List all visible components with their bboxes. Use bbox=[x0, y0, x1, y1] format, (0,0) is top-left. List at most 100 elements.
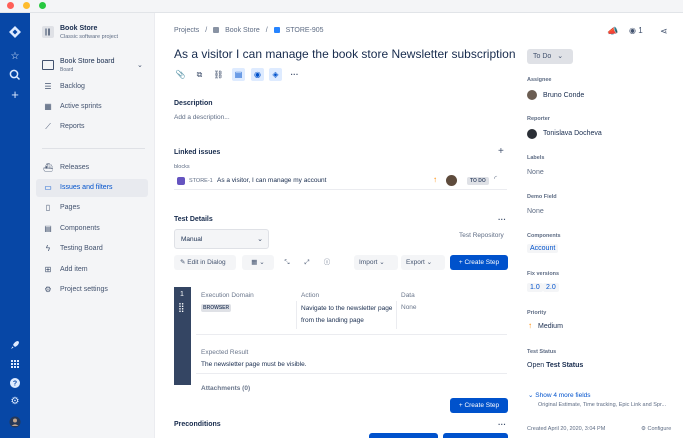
test-details-heading: Test Details bbox=[174, 216, 213, 223]
step-data[interactable]: None bbox=[401, 304, 417, 311]
child-issue-icon[interactable]: ⧉ bbox=[193, 68, 206, 81]
breadcrumb-separator: / bbox=[265, 27, 268, 34]
project-avatar[interactable] bbox=[42, 26, 54, 38]
demo-field-value[interactable]: None bbox=[527, 208, 544, 215]
reporter-value[interactable]: Tonislava Docheva bbox=[543, 130, 602, 137]
status-dropdown[interactable]: To Do ⌄ bbox=[527, 49, 573, 64]
sidebar-item-components[interactable]: ▤ Components bbox=[36, 220, 148, 238]
collapse-icon[interactable]: ⤡ bbox=[280, 255, 294, 270]
sidebar-item-label: Testing Board bbox=[60, 245, 103, 252]
star-icon[interactable]: ☆ bbox=[8, 50, 22, 64]
attach-icon[interactable]: 📎 bbox=[174, 68, 187, 81]
test-status-value[interactable]: Open Test Status bbox=[527, 362, 583, 369]
user-avatar[interactable] bbox=[8, 415, 22, 429]
step-drag-handle[interactable]: 1 ⣿ bbox=[174, 287, 191, 385]
priority-value[interactable]: Medium bbox=[538, 323, 563, 330]
configure-label: Configure bbox=[647, 426, 672, 432]
expected-result-header: Expected Result bbox=[201, 349, 249, 356]
fix-version-chip[interactable]: 2.0 bbox=[543, 283, 559, 292]
configure-link[interactable]: ⚙ Configure bbox=[641, 426, 671, 432]
preconditions-heading: Preconditions bbox=[174, 421, 221, 428]
sprint-icon: ▦ bbox=[44, 102, 52, 111]
app-icon-3[interactable]: ◈ bbox=[269, 68, 282, 81]
chevron-down-icon[interactable]: ⌄ bbox=[137, 61, 143, 69]
test-step-card: 1 ⣿ Execution Domain Action Data BROWSER… bbox=[174, 287, 507, 392]
more-icon[interactable]: ··· bbox=[288, 68, 301, 81]
gear-icon: ⚙ bbox=[44, 285, 52, 294]
demo-field-label: Demo Field bbox=[527, 194, 557, 200]
plus-icon[interactable]: + bbox=[8, 88, 22, 102]
linked-issue-row[interactable]: STORE-1 As a visitor, I can manage my ac… bbox=[174, 173, 507, 190]
execution-domain-header: Execution Domain bbox=[201, 292, 254, 299]
expand-icon[interactable]: ⤢ bbox=[300, 255, 314, 270]
apps-grid-icon[interactable] bbox=[8, 357, 22, 371]
export-button[interactable]: Export ⌄ bbox=[401, 255, 445, 270]
breadcrumb-issue-key[interactable]: STORE-905 bbox=[286, 27, 324, 34]
help-icon[interactable]: ? bbox=[8, 376, 22, 390]
row-divider bbox=[196, 334, 507, 335]
step-number: 1 bbox=[180, 291, 184, 298]
settings-icon[interactable]: ⚙ bbox=[8, 395, 22, 409]
sidebar-item-label: Add item bbox=[60, 266, 88, 273]
edit-in-dialog-button[interactable]: ✎ Edit in Dialog bbox=[174, 255, 236, 270]
precondition-button[interactable] bbox=[369, 433, 438, 438]
jira-logo-icon[interactable] bbox=[8, 25, 22, 39]
app-icon-1[interactable]: ▤ bbox=[232, 68, 245, 81]
sidebar-item-reports[interactable]: ⟋ Reports bbox=[36, 118, 148, 136]
app-icon-2[interactable]: ◉ bbox=[251, 68, 264, 81]
story-type-icon bbox=[273, 27, 280, 34]
issue-title[interactable]: As a visitor I can manage the book store… bbox=[174, 47, 516, 61]
sidebar-item-pages[interactable]: ▯ Pages bbox=[36, 199, 148, 217]
show-more-fields-link[interactable]: ⌄ Show 4 more fields bbox=[528, 391, 591, 399]
sidebar-item-issues-and-filters[interactable]: ▭ Issues and filters bbox=[36, 179, 148, 197]
search-icon[interactable] bbox=[8, 68, 22, 82]
assignee-label: Assignee bbox=[527, 77, 552, 83]
attachments-label[interactable]: Attachments (0) bbox=[201, 385, 250, 392]
fix-version-chip[interactable]: 1.0 bbox=[527, 283, 543, 292]
import-button[interactable]: Import ⌄ bbox=[354, 255, 398, 270]
gear-icon: ⚙ bbox=[641, 426, 646, 432]
board-switcher[interactable]: Book Store board bbox=[60, 58, 114, 65]
view-options-button[interactable]: ▦ ⌄ bbox=[242, 255, 274, 270]
project-name[interactable]: Book Store bbox=[60, 25, 97, 32]
sidebar-item-project-settings[interactable]: ⚙ Project settings bbox=[36, 281, 148, 299]
data-header: Data bbox=[401, 292, 415, 299]
row-divider bbox=[196, 373, 507, 374]
edit-in-dialog-label: Edit in Dialog bbox=[187, 259, 226, 266]
create-step-bottom-button[interactable]: + Create Step bbox=[450, 398, 508, 413]
component-chip[interactable]: Account bbox=[527, 244, 559, 253]
sidebar-item-active-sprints[interactable]: ▦ Active sprints bbox=[36, 98, 148, 116]
close-window-button[interactable] bbox=[7, 2, 14, 9]
test-details-more-icon[interactable]: ··· bbox=[498, 215, 506, 224]
linked-issue-summary[interactable]: As a visitor, I can manage my account bbox=[217, 177, 326, 184]
sidebar-item-testing-board[interactable]: ϟ Testing Board bbox=[36, 240, 148, 258]
add-link-icon[interactable]: + bbox=[498, 146, 504, 157]
breadcrumb-project[interactable]: Book Store bbox=[225, 27, 260, 34]
description-field[interactable]: Add a description... bbox=[174, 114, 230, 121]
sidebar-item-backlog[interactable]: ☰ Backlog bbox=[36, 78, 148, 96]
linked-issue-key[interactable]: STORE-1 bbox=[189, 178, 213, 184]
sidebar-item-add-item[interactable]: ⊞ Add item bbox=[36, 261, 148, 279]
preconditions-more-icon[interactable]: ··· bbox=[498, 420, 506, 429]
precondition-button[interactable] bbox=[443, 433, 508, 438]
test-repository-link[interactable]: Test Repository bbox=[459, 232, 504, 239]
create-step-button[interactable]: + Create Step bbox=[450, 255, 508, 270]
info-icon[interactable]: ⓘ bbox=[320, 255, 334, 270]
assignee-value[interactable]: Bruno Conde bbox=[543, 92, 584, 99]
breadcrumb-projects[interactable]: Projects bbox=[174, 27, 199, 34]
rocket-icon[interactable] bbox=[8, 338, 22, 352]
sidebar-item-label: Components bbox=[60, 225, 100, 232]
labels-value[interactable]: None bbox=[527, 169, 544, 176]
step-action[interactable]: Navigate to the newsletter page from the… bbox=[301, 303, 393, 327]
maximize-window-button[interactable] bbox=[39, 2, 46, 9]
expected-result[interactable]: The newsletter page must be visible. bbox=[201, 359, 307, 371]
sidebar-item-releases[interactable]: ⛴ Releases bbox=[36, 159, 148, 177]
link-icon[interactable]: ⛓ bbox=[212, 68, 225, 81]
minimize-window-button[interactable] bbox=[23, 2, 30, 9]
test-type-select[interactable]: Manual ⌄ bbox=[174, 229, 269, 249]
ship-icon: ⛴ bbox=[43, 163, 54, 172]
status-lozenge[interactable]: TO DO bbox=[467, 177, 489, 185]
sidebar-item-label: Reports bbox=[60, 123, 85, 130]
status-value: To Do bbox=[533, 53, 552, 60]
column-divider bbox=[296, 301, 297, 329]
